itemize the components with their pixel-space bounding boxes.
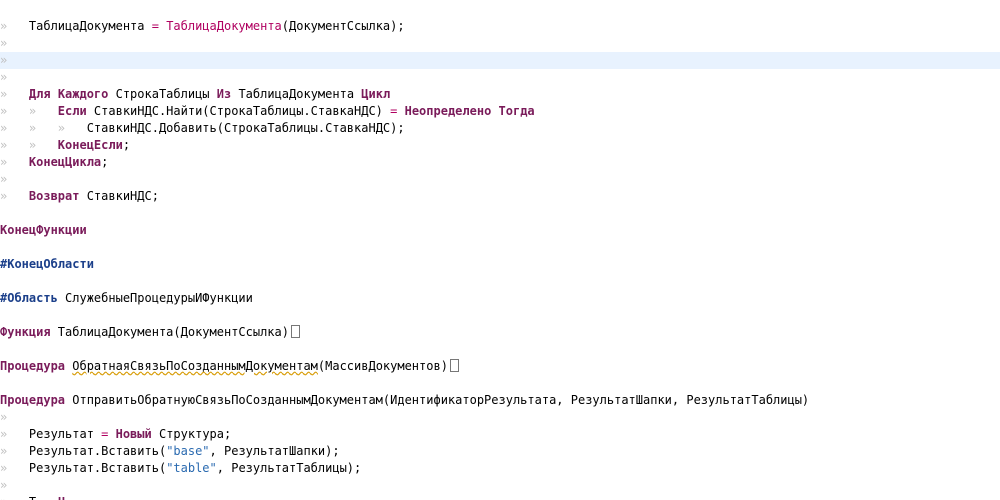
- code-token: СтавкиНДС.Добавить(СтрокаТаблицы.СтавкаН…: [86, 121, 405, 135]
- code-line[interactable]: » Т Н: [0, 494, 1000, 500]
- whitespace-marker: »: [0, 189, 29, 203]
- code-token: #КонецОбласти: [0, 257, 94, 271]
- code-token: СтавкиНДС;: [86, 189, 159, 203]
- code-line[interactable]: » Результат.Вставить("table", РезультатТ…: [0, 460, 1000, 477]
- code-token: ТаблицаДокумента: [238, 87, 362, 101]
- collapsed-region-icon[interactable]: [290, 325, 300, 338]
- code-token: ОбратнаяСвязьПоСозданнымДокументам: [72, 359, 318, 373]
- whitespace-marker: »: [0, 410, 8, 424]
- code-token: =: [101, 427, 116, 441]
- code-token: Для: [28, 87, 58, 101]
- code-token: "base": [166, 444, 210, 458]
- code-line[interactable]: Функция ТаблицаДокумента(ДокументСсылка): [0, 324, 1000, 341]
- whitespace-marker: »: [0, 495, 29, 500]
- code-line[interactable]: » Возврат СтавкиНДС;: [0, 188, 1000, 205]
- code-token: ;: [122, 138, 131, 152]
- code-token: Структура;: [158, 427, 232, 441]
- code-line[interactable]: [0, 239, 1000, 256]
- code-line[interactable]: [0, 341, 1000, 358]
- code-line[interactable]: »: [0, 171, 1000, 188]
- code-token: ОтправитьОбратнуюСвязьПоСозданнымДокумен…: [72, 393, 810, 407]
- code-line[interactable]: КонецФункции: [0, 222, 1000, 239]
- code-token: Тогда: [498, 104, 535, 118]
- code-line[interactable]: Процедура ОбратнаяСвязьПоСозданнымДокуме…: [0, 358, 1000, 375]
- code-token: , РезультатТаблицы);: [216, 461, 362, 475]
- code-token: СлужебныеПроцедурыИФункции: [65, 291, 253, 305]
- code-line[interactable]: [0, 375, 1000, 392]
- code-line[interactable]: [0, 273, 1000, 290]
- code-token: Если: [57, 104, 94, 118]
- whitespace-marker: »: [0, 36, 8, 50]
- code-token: Процедура: [0, 393, 73, 407]
- code-token: ТаблицаДокумента(ДокументСсылка): [57, 325, 289, 339]
- code-token: СтавкиНДС.Найти(СтрокаТаблицы.СтавкаНДС): [93, 104, 391, 118]
- code-line[interactable]: #Область СлужебныеПроцедурыИФункции: [0, 290, 1000, 307]
- code-line[interactable]: [0, 205, 1000, 222]
- code-token: Из: [216, 87, 239, 101]
- code-line[interactable]: » » » СтавкиНДС.Добавить(СтрокаТаблицы.С…: [0, 120, 1000, 137]
- code-token: Каждого: [57, 87, 116, 101]
- code-token: КонецФункции: [0, 223, 87, 237]
- code-token: Результат.Вставить(: [28, 444, 167, 458]
- code-token: ТаблицаДокумента: [166, 19, 282, 33]
- code-line[interactable]: Процедура ОтправитьОбратнуюСвязьПоСоздан…: [0, 392, 1000, 409]
- code-token: (ДокументСсылка);: [281, 19, 405, 33]
- code-token: =: [151, 19, 167, 33]
- whitespace-marker: »: [0, 87, 29, 101]
- whitespace-marker: » » »: [0, 121, 87, 135]
- current-code-line[interactable]: »: [0, 52, 1000, 69]
- whitespace-marker: »: [0, 172, 8, 186]
- code-token: Неопределено: [404, 104, 499, 118]
- code-line[interactable]: » » Если СтавкиНДС.Найти(СтрокаТаблицы.С…: [0, 103, 1000, 120]
- whitespace-marker: » »: [0, 138, 58, 152]
- whitespace-marker: »: [0, 19, 29, 33]
- code-line[interactable]: »: [0, 409, 1000, 426]
- whitespace-marker: » »: [0, 104, 58, 118]
- code-token: (МассивДокументов): [317, 359, 448, 373]
- code-token: КонецЦикла: [28, 155, 102, 169]
- whitespace-marker: »: [0, 53, 8, 67]
- code-token: Цикл: [361, 87, 391, 101]
- code-token: ТаблицаДокумента: [28, 19, 152, 33]
- code-token: Результат.Вставить(: [28, 461, 167, 475]
- code-token: =: [390, 104, 405, 118]
- code-token: Процедура: [0, 359, 73, 373]
- code-line[interactable]: » » КонецЕсли;: [0, 137, 1000, 154]
- code-token: Н: [58, 495, 65, 500]
- whitespace-marker: »: [0, 70, 8, 84]
- whitespace-marker: »: [0, 478, 8, 492]
- code-line[interactable]: [0, 307, 1000, 324]
- code-token: Новый: [115, 427, 159, 441]
- code-token: , РезультатШапки);: [209, 444, 340, 458]
- code-token: СтрокаТаблицы: [115, 87, 217, 101]
- collapsed-region-icon[interactable]: [449, 359, 459, 372]
- code-editor[interactable]: » ТаблицаДокумента = ТаблицаДокумента(До…: [0, 0, 1000, 500]
- code-line[interactable]: » Результат.Вставить("base", РезультатШа…: [0, 443, 1000, 460]
- code-token: ;: [101, 155, 109, 169]
- whitespace-marker: »: [0, 427, 29, 441]
- whitespace-marker: [36, 495, 58, 500]
- whitespace-marker: »: [0, 444, 29, 458]
- code-line[interactable]: » Результат = Новый Структура;: [0, 426, 1000, 443]
- code-token: #Область: [0, 291, 66, 305]
- whitespace-marker: »: [0, 155, 29, 169]
- code-token: Результат: [28, 427, 102, 441]
- whitespace-marker: »: [0, 461, 29, 475]
- code-token: Возврат: [28, 189, 87, 203]
- code-line[interactable]: »: [0, 477, 1000, 494]
- code-line[interactable]: » Для Каждого СтрокаТаблицы Из ТаблицаДо…: [0, 86, 1000, 103]
- code-line[interactable]: » ТаблицаДокумента = ТаблицаДокумента(До…: [0, 18, 1000, 35]
- code-line[interactable]: #КонецОбласти: [0, 256, 1000, 273]
- code-line[interactable]: » КонецЦикла;: [0, 154, 1000, 171]
- code-token: КонецЕсли: [57, 138, 123, 152]
- code-token: Функция: [0, 325, 58, 339]
- code-line[interactable]: »: [0, 69, 1000, 86]
- code-token: "table": [166, 461, 217, 475]
- code-line[interactable]: »: [0, 35, 1000, 52]
